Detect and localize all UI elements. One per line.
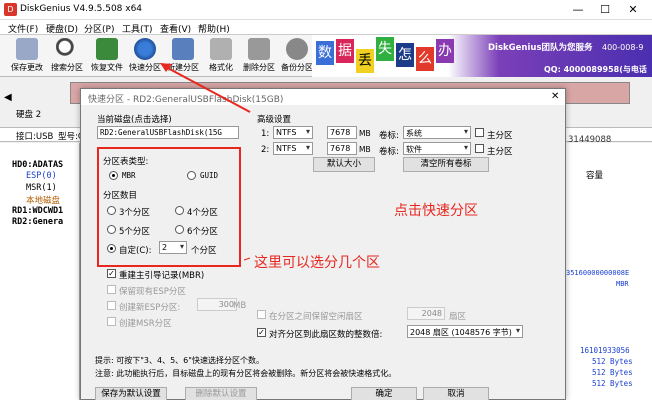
annotation-connector <box>243 257 251 261</box>
annotation-quick-partition: 点击快速分区 <box>394 203 478 219</box>
annotation-overlay <box>160 63 251 261</box>
annotation-partition-count: 这里可以选分几个区 <box>254 255 380 271</box>
annotation-arrow <box>163 65 251 113</box>
arrow-head-icon <box>160 63 172 72</box>
